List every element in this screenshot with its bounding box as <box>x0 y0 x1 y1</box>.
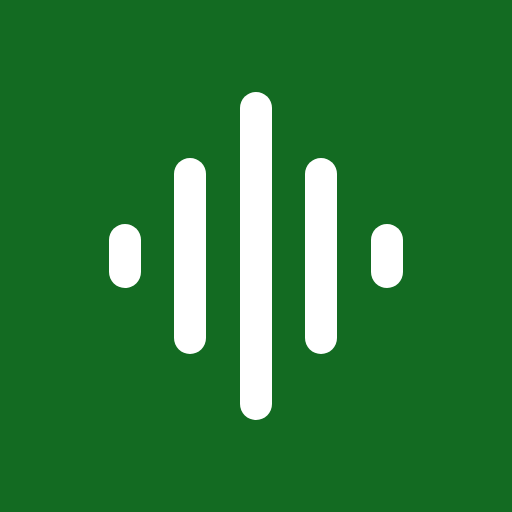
audio-waveform-icon <box>0 0 512 512</box>
waveform-bar <box>371 224 403 288</box>
waveform-bar <box>109 224 141 288</box>
waveform-bar <box>240 92 272 420</box>
waveform-bar <box>305 158 337 354</box>
app-icon <box>0 0 512 512</box>
waveform-bar <box>174 158 206 354</box>
